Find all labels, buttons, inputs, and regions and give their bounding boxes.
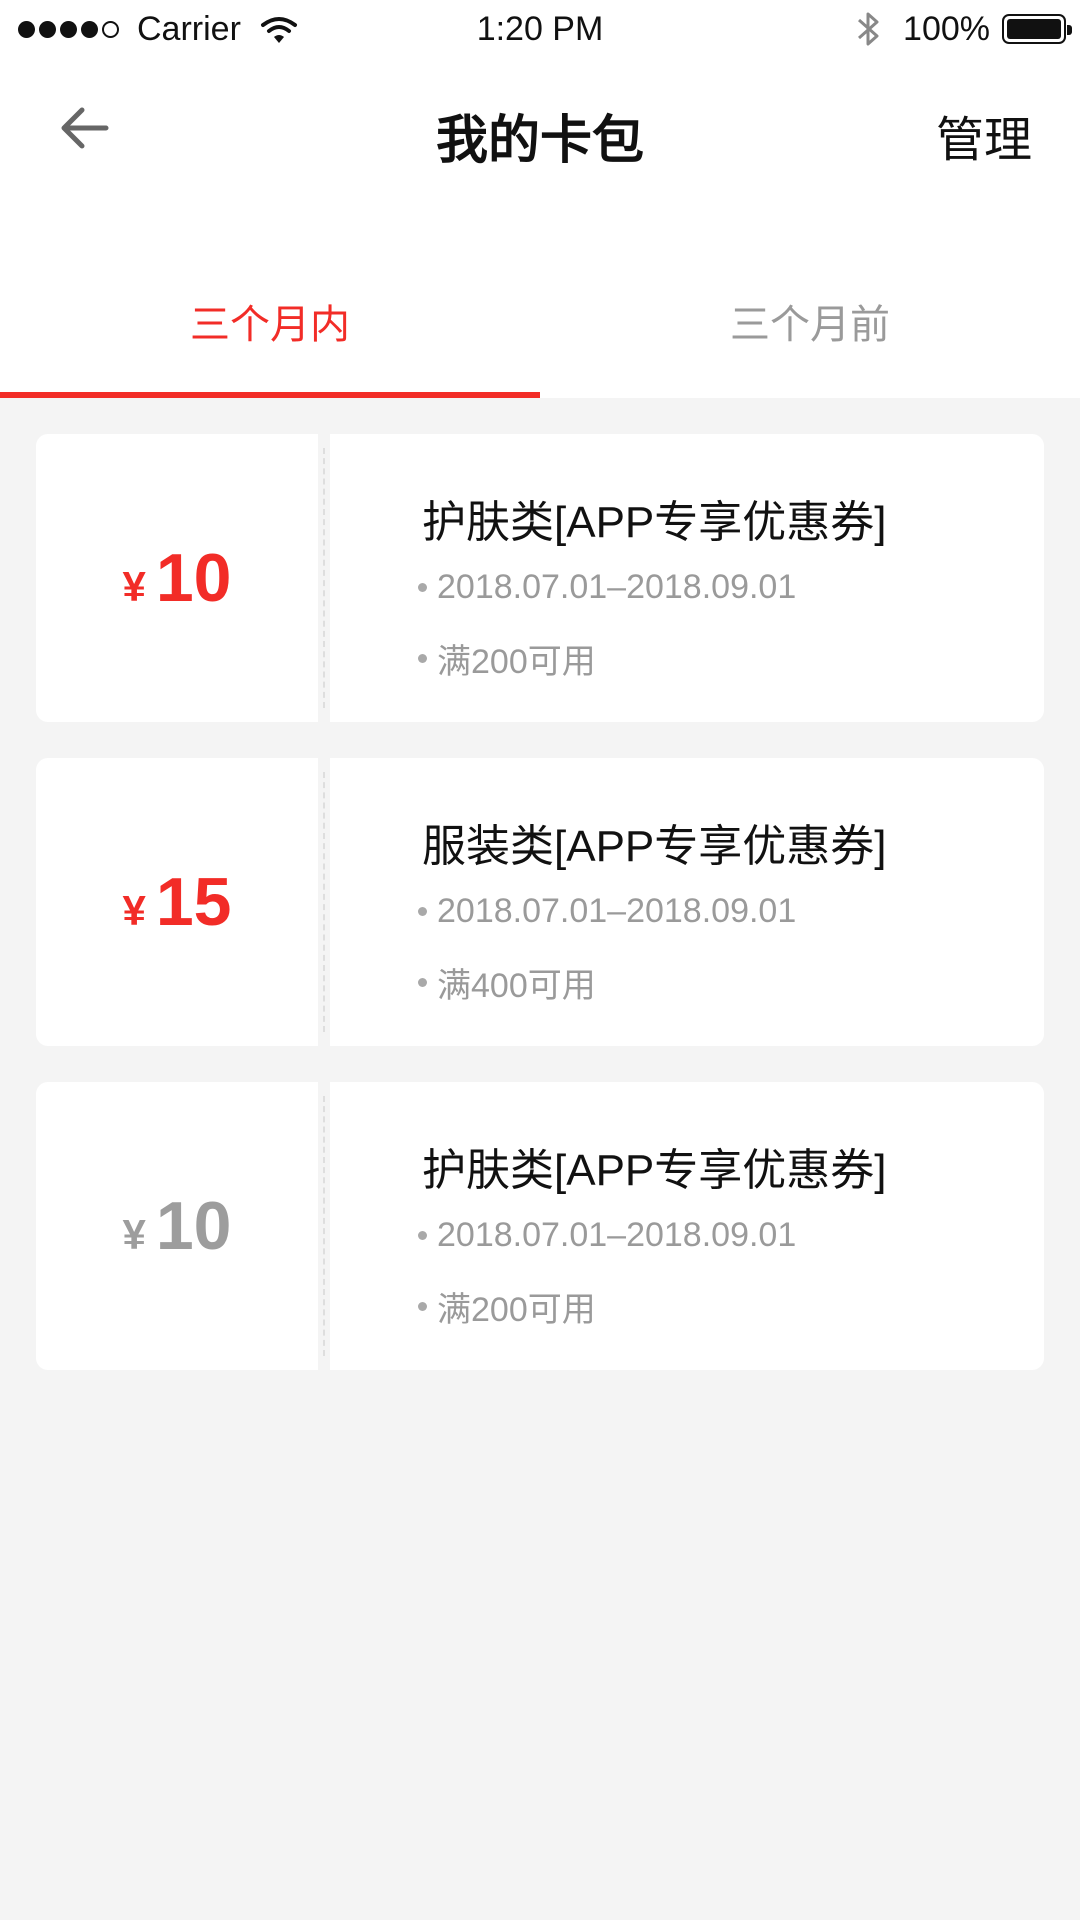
- coupon-title: 服装类[APP专享优惠券]: [422, 822, 887, 871]
- navigation-bar: 我的卡包 管理: [0, 62, 1080, 254]
- bluetooth-icon: [858, 12, 879, 46]
- bullet-icon: [418, 1302, 427, 1311]
- status-right: 100%: [855, 8, 1072, 50]
- coupon-card[interactable]: ¥ 10 护肤类[APP专享优惠券] 2018.07.01–2018.09.01…: [36, 1082, 1044, 1370]
- validity-text: 2018.07.01–2018.09.01: [437, 1216, 797, 1254]
- coupon-amount-panel: ¥ 10: [36, 434, 318, 722]
- coupon-details: 护肤类[APP专享优惠券] 2018.07.01–2018.09.01 满200…: [330, 434, 1044, 722]
- condition-text: 满200可用: [437, 1291, 596, 1329]
- currency-symbol: ¥: [122, 563, 146, 610]
- page-title: 我的卡包: [435, 112, 644, 170]
- battery-percentage: 100%: [903, 9, 990, 48]
- coupon-amount: ¥ 10: [123, 1187, 232, 1265]
- coupon-amount-panel: ¥ 10: [36, 1082, 318, 1370]
- validity-text: 2018.07.01–2018.09.01: [437, 568, 797, 606]
- top-section: Carrier 1:20 PM 100% 我的卡包 管理 三个月内 三个月前: [0, 0, 1080, 398]
- coupon-condition: 满400可用: [418, 958, 596, 1007]
- coupon-list: ¥ 10 护肤类[APP专享优惠券] 2018.07.01–2018.09.01…: [0, 398, 1080, 1370]
- coupon-details: 服装类[APP专享优惠券] 2018.07.01–2018.09.01 满400…: [330, 758, 1044, 1046]
- coupon-value: 10: [155, 540, 232, 616]
- condition-text: 满200可用: [437, 643, 596, 681]
- coupon-title: 护肤类[APP专享优惠券]: [422, 1146, 887, 1195]
- coupon-amount: ¥ 10: [123, 539, 232, 617]
- bullet-icon: [418, 907, 427, 916]
- dashed-divider: [323, 448, 325, 708]
- manage-button[interactable]: 管理: [936, 100, 1032, 170]
- battery-icon: [1002, 14, 1072, 44]
- currency-symbol: ¥: [122, 887, 146, 934]
- status-bar: Carrier 1:20 PM 100%: [0, 0, 1080, 62]
- tab-label: 三个月内: [190, 303, 350, 347]
- coupon-card[interactable]: ¥ 10 护肤类[APP专享优惠券] 2018.07.01–2018.09.01…: [36, 434, 1044, 722]
- tab-bar: 三个月内 三个月前: [0, 254, 1080, 398]
- tab-before-three-months[interactable]: 三个月前: [540, 254, 1080, 398]
- coupon-condition: 满200可用: [418, 1282, 596, 1331]
- coupon-details: 护肤类[APP专享优惠券] 2018.07.01–2018.09.01 满200…: [330, 1082, 1044, 1370]
- coupon-amount-panel: ¥ 15: [36, 758, 318, 1046]
- coupon-amount: ¥ 15: [123, 863, 232, 941]
- tab-label: 三个月前: [730, 303, 890, 347]
- bullet-icon: [418, 583, 427, 592]
- coupon-title: 护肤类[APP专享优惠券]: [422, 498, 887, 547]
- dashed-divider: [323, 772, 325, 1032]
- dashed-divider: [323, 1096, 325, 1356]
- condition-text: 满400可用: [437, 967, 596, 1005]
- coupon-validity: 2018.07.01–2018.09.01: [418, 892, 796, 931]
- bullet-icon: [418, 978, 427, 987]
- currency-symbol: ¥: [122, 1211, 146, 1258]
- tab-within-three-months[interactable]: 三个月内: [0, 254, 540, 398]
- coupon-value: 10: [155, 1188, 232, 1264]
- coupon-value: 15: [155, 864, 232, 940]
- bullet-icon: [418, 1231, 427, 1240]
- validity-text: 2018.07.01–2018.09.01: [437, 892, 797, 930]
- coupon-condition: 满200可用: [418, 634, 596, 683]
- coupon-validity: 2018.07.01–2018.09.01: [418, 568, 796, 607]
- bullet-icon: [418, 654, 427, 663]
- coupon-card[interactable]: ¥ 15 服装类[APP专享优惠券] 2018.07.01–2018.09.01…: [36, 758, 1044, 1046]
- active-tab-indicator: [0, 392, 540, 398]
- coupon-validity: 2018.07.01–2018.09.01: [418, 1216, 796, 1255]
